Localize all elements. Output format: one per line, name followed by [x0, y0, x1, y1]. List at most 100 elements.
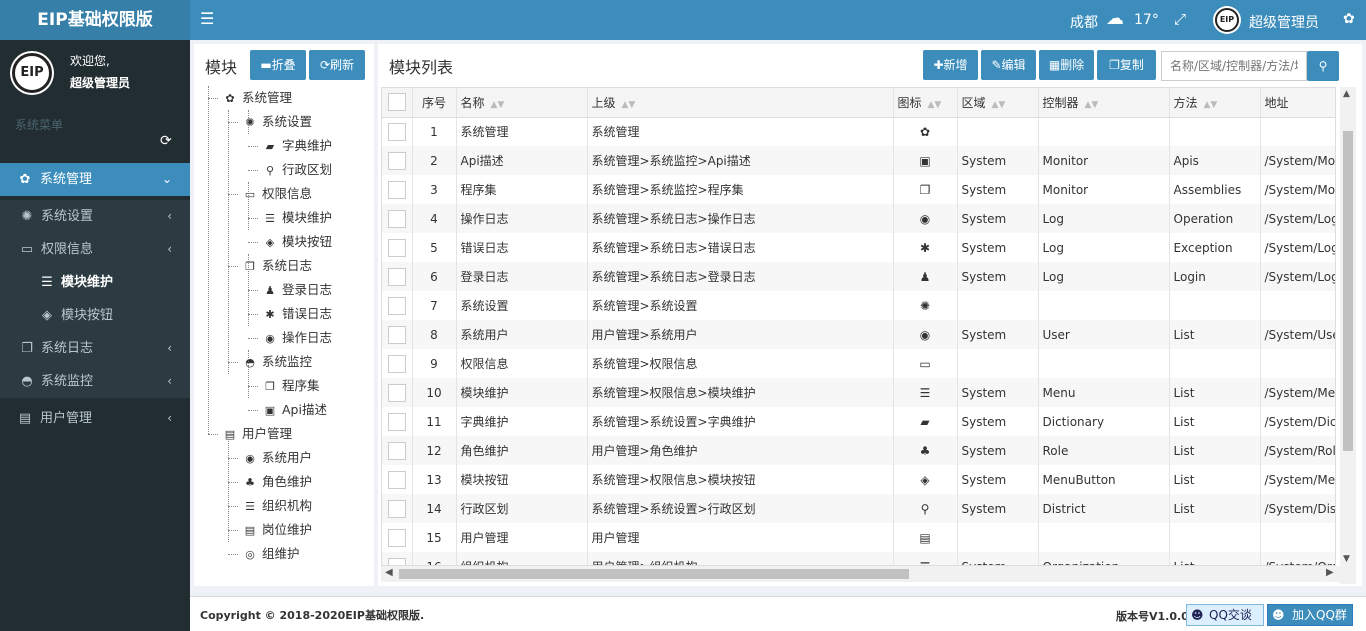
- sort-icon[interactable]: ▲▼: [1204, 100, 1218, 110]
- row-checkbox[interactable]: [387, 354, 406, 373]
- row-checkbox-cell[interactable]: [382, 320, 413, 349]
- row-checkbox-cell[interactable]: [382, 291, 413, 320]
- tree-node[interactable]: ▭ 权限信息: [242, 182, 312, 206]
- search-button[interactable]: ⚲: [1307, 51, 1339, 81]
- table-row[interactable]: 12 角色维护 用户管理>角色维护 ♣ System Role List/System/Ro…: [382, 436, 1335, 465]
- select-all-checkbox-cell[interactable]: [382, 88, 413, 118]
- table-row[interactable]: 7 系统设置 系统管理>系统设置 ✺: [382, 291, 1335, 320]
- row-checkbox[interactable]: [387, 499, 406, 518]
- table-row[interactable]: 4 操作日志 系统管理>系统日志>操作日志 ◉ System Log Operation/S…: [382, 204, 1335, 233]
- table-row[interactable]: 15 用户管理 用户管理 ▤: [382, 523, 1335, 552]
- row-checkbox[interactable]: [387, 528, 406, 547]
- tree-node[interactable]: ❐ 系统日志: [242, 254, 312, 278]
- scroll-right-arrow[interactable]: ▶: [1326, 567, 1334, 578]
- sidebar-item-5[interactable]: ❐ 系统日志 ‹: [0, 332, 190, 365]
- horizontal-scroll-thumb[interactable]: [399, 569, 909, 579]
- app-title[interactable]: EIP基础权限版: [0, 0, 190, 40]
- row-checkbox[interactable]: [387, 209, 406, 228]
- tree-node[interactable]: ♟ 登录日志: [262, 278, 332, 302]
- search-input[interactable]: [1161, 51, 1307, 81]
- row-checkbox[interactable]: [387, 325, 406, 344]
- tree-node[interactable]: ⚲ 行政区划: [262, 158, 332, 182]
- tree-node[interactable]: ◓ 系统监控: [242, 350, 312, 374]
- scroll-left-arrow[interactable]: ◀: [385, 567, 393, 578]
- tree-node[interactable]: ▤ 岗位维护: [242, 518, 312, 542]
- delete-button[interactable]: ▦删除: [1039, 50, 1094, 80]
- scroll-down-arrow[interactable]: ▼: [1343, 554, 1350, 564]
- tree-node[interactable]: ▣ Api描述: [262, 398, 327, 422]
- sort-icon[interactable]: ▲▼: [928, 100, 942, 110]
- sidebar-item-0[interactable]: ✿ 系统管理 ⌄: [0, 163, 190, 196]
- table-row[interactable]: 6 登录日志 系统管理>系统日志>登录日志 ♟ System Log Login/Syste…: [382, 262, 1335, 291]
- scroll-up-arrow[interactable]: ▲: [1343, 89, 1350, 99]
- table-row[interactable]: 14 行政区划 系统管理>系统设置>行政区划 ⚲ System District List /…: [382, 494, 1335, 523]
- row-checkbox[interactable]: [387, 180, 406, 199]
- row-checkbox[interactable]: [387, 151, 406, 170]
- copy-button[interactable]: ❐复制: [1097, 50, 1156, 80]
- table-row[interactable]: 5 错误日志 系统管理>系统日志>错误日志 ✱ System Log Exception/S…: [382, 233, 1335, 262]
- table-row[interactable]: 10 模块维护 系统管理>权限信息>模块维护 ☰ System Menu List/Syst…: [382, 378, 1335, 407]
- table-row[interactable]: 9 权限信息 系统管理>权限信息 ▭: [382, 349, 1335, 378]
- row-checkbox[interactable]: [387, 267, 406, 286]
- horizontal-scrollbar[interactable]: ◀ ▶: [381, 566, 1340, 582]
- row-checkbox-cell[interactable]: [382, 175, 413, 204]
- column-header[interactable]: 控制器 ▲▼: [1038, 88, 1170, 118]
- tree-node[interactable]: ❐ 程序集: [262, 374, 319, 398]
- sort-icon[interactable]: ▲▼: [1085, 100, 1099, 110]
- column-header[interactable]: 方法 ▲▼: [1169, 88, 1261, 118]
- tree-refresh-button[interactable]: ⟳刷新: [309, 50, 365, 80]
- tree-node[interactable]: ♣ 角色维护: [242, 470, 312, 494]
- row-checkbox-cell[interactable]: [382, 146, 413, 175]
- vertical-scrollbar[interactable]: ▲ ▼: [1340, 87, 1356, 584]
- sort-icon[interactable]: ▲▼: [992, 100, 1006, 110]
- sidebar-item-3[interactable]: ☰ 模块维护: [0, 266, 190, 299]
- column-header[interactable]: 上级 ▲▼: [587, 88, 894, 118]
- table-row[interactable]: 3 程序集 系统管理>系统监控>程序集 ❐ System Monitor Assemblie…: [382, 175, 1335, 204]
- row-checkbox-cell[interactable]: [382, 407, 413, 436]
- vertical-scroll-thumb[interactable]: [1343, 131, 1353, 451]
- row-checkbox-cell[interactable]: [382, 117, 413, 146]
- tree-node[interactable]: ▰ 字典维护: [262, 134, 332, 158]
- tree-node[interactable]: ▤ 用户管理: [222, 422, 292, 446]
- row-checkbox-cell[interactable]: [382, 436, 413, 465]
- tree-node[interactable]: ◉ 系统用户: [242, 446, 312, 470]
- settings-gear-icon[interactable]: ✿: [1343, 11, 1355, 27]
- row-checkbox[interactable]: [387, 296, 406, 315]
- tree-node[interactable]: ✱ 错误日志: [262, 302, 332, 326]
- row-checkbox[interactable]: [387, 238, 406, 257]
- sidebar-item-1[interactable]: ✺ 系统设置 ‹: [0, 200, 190, 233]
- table-row[interactable]: 8系统用户用户管理>系统用户◉SystemUserList/System/Use…: [382, 320, 1335, 349]
- add-button[interactable]: ✚新增: [923, 50, 978, 80]
- table-row[interactable]: 13 模块按钮 系统管理>权限信息>模块按钮 ◈ System MenuButton Lis…: [382, 465, 1335, 494]
- table-row[interactable]: 16组织机构用户管理>组织机构☰SystemOrganizationList/S…: [382, 552, 1335, 565]
- row-checkbox-cell[interactable]: [382, 378, 413, 407]
- row-checkbox-cell[interactable]: [382, 233, 413, 262]
- sidebar-item-7[interactable]: ▤ 用户管理 ‹: [0, 402, 190, 435]
- row-checkbox[interactable]: [387, 441, 406, 460]
- row-checkbox[interactable]: [387, 122, 406, 141]
- sidebar-item-4[interactable]: ◈ 模块按钮: [0, 299, 190, 332]
- qq-chat-button[interactable]: ☻ QQ交谈: [1186, 604, 1264, 626]
- column-header[interactable]: 图标 ▲▼: [893, 88, 958, 118]
- fullscreen-icon[interactable]: ⤢: [1174, 10, 1186, 28]
- column-header[interactable]: 名称 ▲▼: [456, 88, 588, 118]
- row-checkbox-cell[interactable]: [382, 349, 413, 378]
- row-checkbox-cell[interactable]: [382, 465, 413, 494]
- select-all-checkbox[interactable]: [387, 93, 406, 112]
- row-checkbox[interactable]: [387, 412, 406, 431]
- tree-node[interactable]: ◎ 组维护: [242, 542, 299, 566]
- header-avatar[interactable]: EIP: [1215, 8, 1239, 32]
- row-checkbox-cell[interactable]: [382, 262, 413, 291]
- tree-node[interactable]: ✺ 系统设置: [242, 110, 312, 134]
- column-header[interactable]: 地址: [1260, 88, 1335, 118]
- sort-icon[interactable]: ▲▼: [491, 100, 505, 110]
- row-checkbox-cell[interactable]: [382, 523, 413, 552]
- join-qq-group-button[interactable]: ☻ 加入QQ群: [1267, 604, 1353, 626]
- tree-node[interactable]: ☰ 组织机构: [242, 494, 312, 518]
- row-checkbox-cell[interactable]: [382, 552, 413, 565]
- collapse-button[interactable]: ▬折叠: [250, 50, 306, 80]
- tree-node[interactable]: ✿ 系统管理: [222, 86, 292, 110]
- row-checkbox[interactable]: [387, 470, 406, 489]
- column-header[interactable]: 区域 ▲▼: [957, 88, 1039, 118]
- table-row[interactable]: 11 字典维护 系统管理>系统设置>字典维护 ▰ System Dictionary Lis…: [382, 407, 1335, 436]
